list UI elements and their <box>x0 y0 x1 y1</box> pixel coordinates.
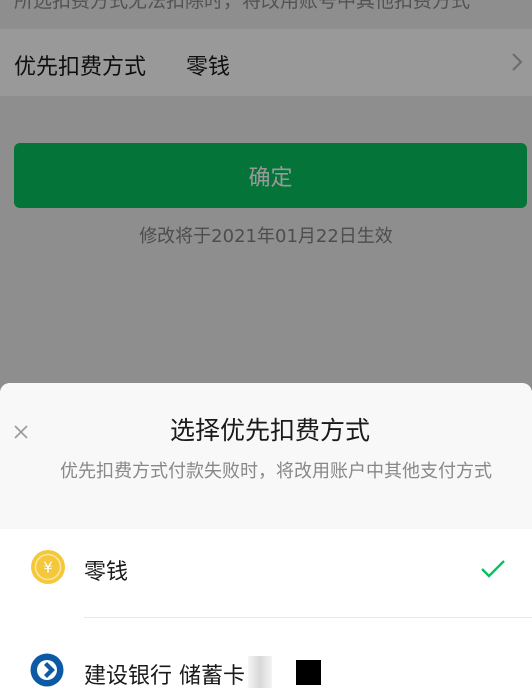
sheet-title: 选择优先扣费方式 <box>169 416 370 445</box>
option-divider <box>84 617 532 618</box>
sheet-header: 选择优先扣费方式 优先扣费方式付款失败时，将改用账户中其他支付方式 <box>0 383 532 540</box>
svg-text:¥: ¥ <box>43 559 53 577</box>
wallet-coin-icon: ¥ <box>31 550 65 584</box>
select-priority-method-sheet: 选择优先扣费方式 优先扣费方式付款失败时，将改用账户中其他支付方式 ¥ 零钱 建 <box>0 383 532 699</box>
payment-option-label: 建设银行 储蓄卡 <box>84 664 245 689</box>
payment-option-label: 零钱 <box>84 560 129 585</box>
payment-option-change[interactable]: ¥ 零钱 <box>0 529 532 609</box>
redaction-mark <box>248 656 272 688</box>
sheet-subtitle: 优先扣费方式付款失败时，将改用账户中其他支付方式 <box>60 461 492 482</box>
ccb-bank-icon <box>30 653 64 687</box>
redaction-block <box>296 660 321 685</box>
payment-option-ccb-debit[interactable]: 建设银行 储蓄卡 <box>0 628 532 699</box>
wechat-deduction-settings-screen: 所选扣费方式无法扣除时，将改用账号中其他扣费方式 优先扣费方式 零钱 确定 修改… <box>0 0 532 699</box>
check-icon <box>481 560 505 578</box>
